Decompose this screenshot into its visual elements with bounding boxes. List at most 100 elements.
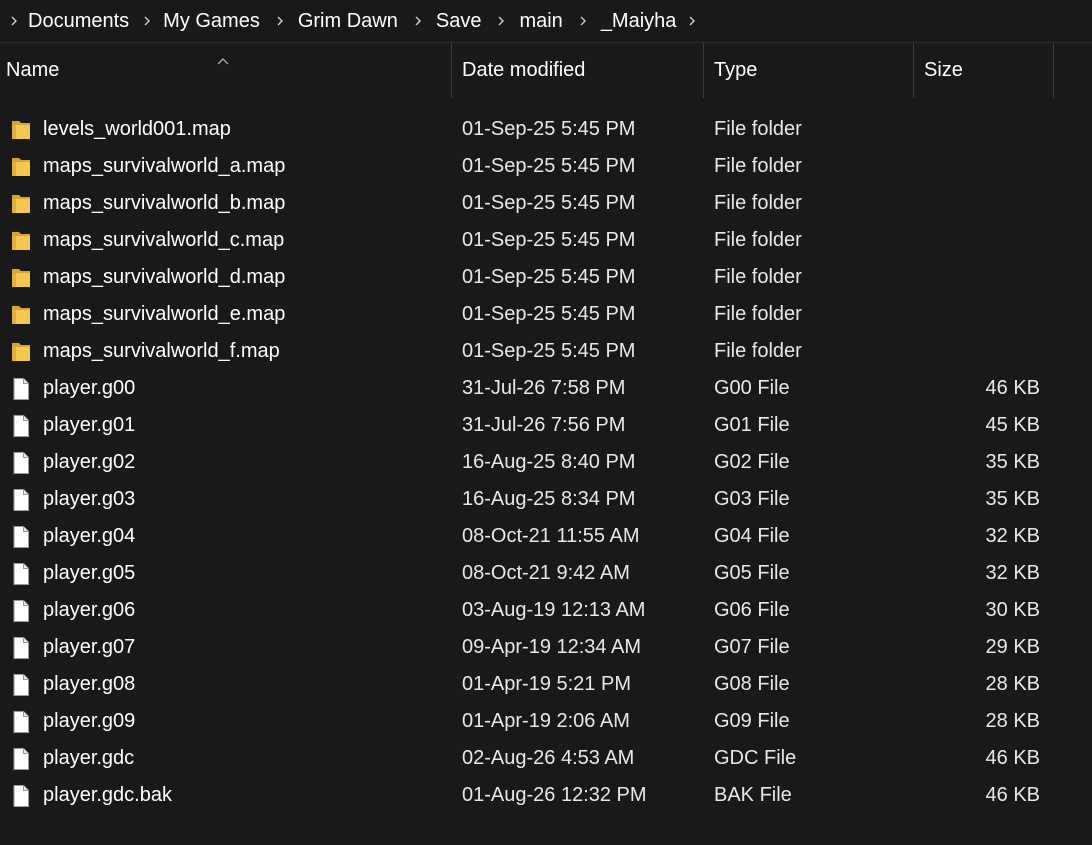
- column-header-type[interactable]: Type: [704, 43, 914, 98]
- file-row[interactable]: player.g07 09-Apr-19 12:34 AM G07 File 2…: [0, 629, 1092, 666]
- file-name-cell: player.g00: [0, 377, 452, 401]
- file-type: File folder: [714, 303, 802, 325]
- file-type: G02 File: [714, 451, 790, 473]
- chevron-right-icon[interactable]: [0, 5, 28, 37]
- file-type: G08 File: [714, 673, 790, 695]
- file-name-cell: levels_world001.map: [0, 118, 452, 142]
- file-row[interactable]: player.g01 31-Jul-26 7:56 PM G01 File 45…: [0, 407, 1092, 444]
- chevron-right-icon[interactable]: [400, 5, 436, 37]
- file-name-cell: player.g09: [0, 710, 452, 734]
- file-row[interactable]: maps_survivalworld_e.map 01-Sep-25 5:45 …: [0, 296, 1092, 333]
- file-row[interactable]: maps_survivalworld_f.map 01-Sep-25 5:45 …: [0, 333, 1092, 370]
- file-row[interactable]: player.gdc.bak 01-Aug-26 12:32 PM BAK Fi…: [0, 777, 1092, 814]
- file-name: player.g04: [43, 525, 136, 547]
- file-type: GDC File: [714, 747, 797, 769]
- file-type: G06 File: [714, 599, 790, 621]
- file-type: G07 File: [714, 636, 790, 658]
- file-name-cell: player.g02: [0, 451, 452, 475]
- file-icon: [10, 599, 32, 623]
- breadcrumb-label[interactable]: _Maiyha: [601, 5, 679, 37]
- file-row[interactable]: maps_survivalworld_a.map 01-Sep-25 5:45 …: [0, 148, 1092, 185]
- file-size: 30 KB: [985, 599, 1040, 621]
- file-row[interactable]: player.g03 16-Aug-25 8:34 PM G03 File 35…: [0, 481, 1092, 518]
- file-icon: [10, 784, 32, 808]
- file-date-modified: 16-Aug-25 8:34 PM: [462, 488, 636, 510]
- file-name-cell: player.g04: [0, 525, 452, 549]
- file-type: G04 File: [714, 525, 790, 547]
- chevron-right-icon[interactable]: [483, 5, 519, 37]
- file-name: levels_world001.map: [43, 118, 231, 140]
- file-row[interactable]: player.g06 03-Aug-19 12:13 AM G06 File 3…: [0, 592, 1092, 629]
- breadcrumb-item-grim-dawn[interactable]: Grim Dawn: [262, 5, 400, 37]
- file-icon: [10, 747, 32, 771]
- file-row[interactable]: player.g08 01-Apr-19 5:21 PM G08 File 28…: [0, 666, 1092, 703]
- file-row[interactable]: player.g00 31-Jul-26 7:58 PM G00 File 46…: [0, 370, 1092, 407]
- file-name-cell: player.g05: [0, 562, 452, 586]
- file-name: maps_survivalworld_c.map: [43, 229, 285, 251]
- file-date-modified: 01-Apr-19 2:06 AM: [462, 710, 630, 732]
- file-row[interactable]: player.gdc 02-Aug-26 4:53 AM GDC File 46…: [0, 740, 1092, 777]
- file-name-cell: maps_survivalworld_c.map: [0, 229, 452, 253]
- file-name-cell: maps_survivalworld_a.map: [0, 155, 452, 179]
- column-header-size[interactable]: Size: [914, 43, 1054, 98]
- file-list: levels_world001.map 01-Sep-25 5:45 PM Fi…: [0, 111, 1092, 814]
- breadcrumb-item-main[interactable]: main: [483, 5, 564, 37]
- column-header-date-modified[interactable]: Date modified: [452, 43, 704, 98]
- column-header-label: Date modified: [462, 59, 586, 81]
- file-row[interactable]: player.g02 16-Aug-25 8:40 PM G02 File 35…: [0, 444, 1092, 481]
- file-date-modified: 03-Aug-19 12:13 AM: [462, 599, 646, 621]
- breadcrumb-item-maiyha[interactable]: _Maiyha: [565, 5, 707, 37]
- file-size: 32 KB: [985, 525, 1040, 547]
- breadcrumb-label[interactable]: main: [519, 5, 564, 37]
- file-date-modified: 01-Apr-19 5:21 PM: [462, 673, 631, 695]
- breadcrumb-label[interactable]: My Games: [163, 5, 262, 37]
- breadcrumb-item-save[interactable]: Save: [400, 5, 484, 37]
- file-row[interactable]: maps_survivalworld_b.map 01-Sep-25 5:45 …: [0, 185, 1092, 222]
- file-date-modified: 08-Oct-21 9:42 AM: [462, 562, 630, 584]
- file-name: player.g08: [43, 673, 136, 695]
- column-header-name[interactable]: Name: [0, 43, 452, 98]
- file-row[interactable]: player.g05 08-Oct-21 9:42 AM G05 File 32…: [0, 555, 1092, 592]
- file-name: player.gdc.bak: [43, 784, 172, 806]
- folder-icon: [10, 155, 32, 179]
- chevron-right-icon[interactable]: [565, 5, 601, 37]
- chevron-right-icon[interactable]: [131, 5, 163, 37]
- file-type: BAK File: [714, 784, 792, 806]
- file-icon: [10, 525, 32, 549]
- file-size: 32 KB: [985, 562, 1040, 584]
- file-date-modified: 01-Sep-25 5:45 PM: [462, 118, 636, 140]
- file-name-cell: maps_survivalworld_d.map: [0, 266, 452, 290]
- file-row[interactable]: maps_survivalworld_c.map 01-Sep-25 5:45 …: [0, 222, 1092, 259]
- chevron-right-icon[interactable]: [678, 5, 706, 37]
- file-size: 45 KB: [985, 414, 1040, 436]
- file-type: File folder: [714, 155, 802, 177]
- chevron-right-icon[interactable]: [262, 5, 298, 37]
- file-row[interactable]: player.g09 01-Apr-19 2:06 AM G09 File 28…: [0, 703, 1092, 740]
- file-date-modified: 01-Sep-25 5:45 PM: [462, 340, 636, 362]
- file-name: maps_survivalworld_a.map: [43, 155, 286, 177]
- file-icon: [10, 414, 32, 438]
- breadcrumb-item-documents[interactable]: Documents: [0, 5, 131, 37]
- file-type: G00 File: [714, 377, 790, 399]
- file-name-cell: player.g08: [0, 673, 452, 697]
- file-row[interactable]: player.g04 08-Oct-21 11:55 AM G04 File 3…: [0, 518, 1092, 555]
- file-date-modified: 01-Sep-25 5:45 PM: [462, 192, 636, 214]
- file-size: 35 KB: [985, 488, 1040, 510]
- breadcrumb-label[interactable]: Grim Dawn: [298, 5, 400, 37]
- file-name-cell: player.gdc.bak: [0, 784, 452, 808]
- file-date-modified: 01-Sep-25 5:45 PM: [462, 229, 636, 251]
- file-name-cell: maps_survivalworld_f.map: [0, 340, 452, 364]
- file-date-modified: 01-Sep-25 5:45 PM: [462, 303, 636, 325]
- folder-icon: [10, 229, 32, 253]
- file-name-cell: maps_survivalworld_e.map: [0, 303, 452, 327]
- breadcrumb-item-my-games[interactable]: My Games: [131, 5, 262, 37]
- file-row[interactable]: maps_survivalworld_d.map 01-Sep-25 5:45 …: [0, 259, 1092, 296]
- file-name-cell: player.g03: [0, 488, 452, 512]
- file-name-cell: maps_survivalworld_b.map: [0, 192, 452, 216]
- file-type: File folder: [714, 340, 802, 362]
- breadcrumb-label[interactable]: Save: [436, 5, 484, 37]
- file-row[interactable]: levels_world001.map 01-Sep-25 5:45 PM Fi…: [0, 111, 1092, 148]
- file-date-modified: 16-Aug-25 8:40 PM: [462, 451, 636, 473]
- file-date-modified: 01-Sep-25 5:45 PM: [462, 155, 636, 177]
- breadcrumb-label[interactable]: Documents: [28, 5, 131, 37]
